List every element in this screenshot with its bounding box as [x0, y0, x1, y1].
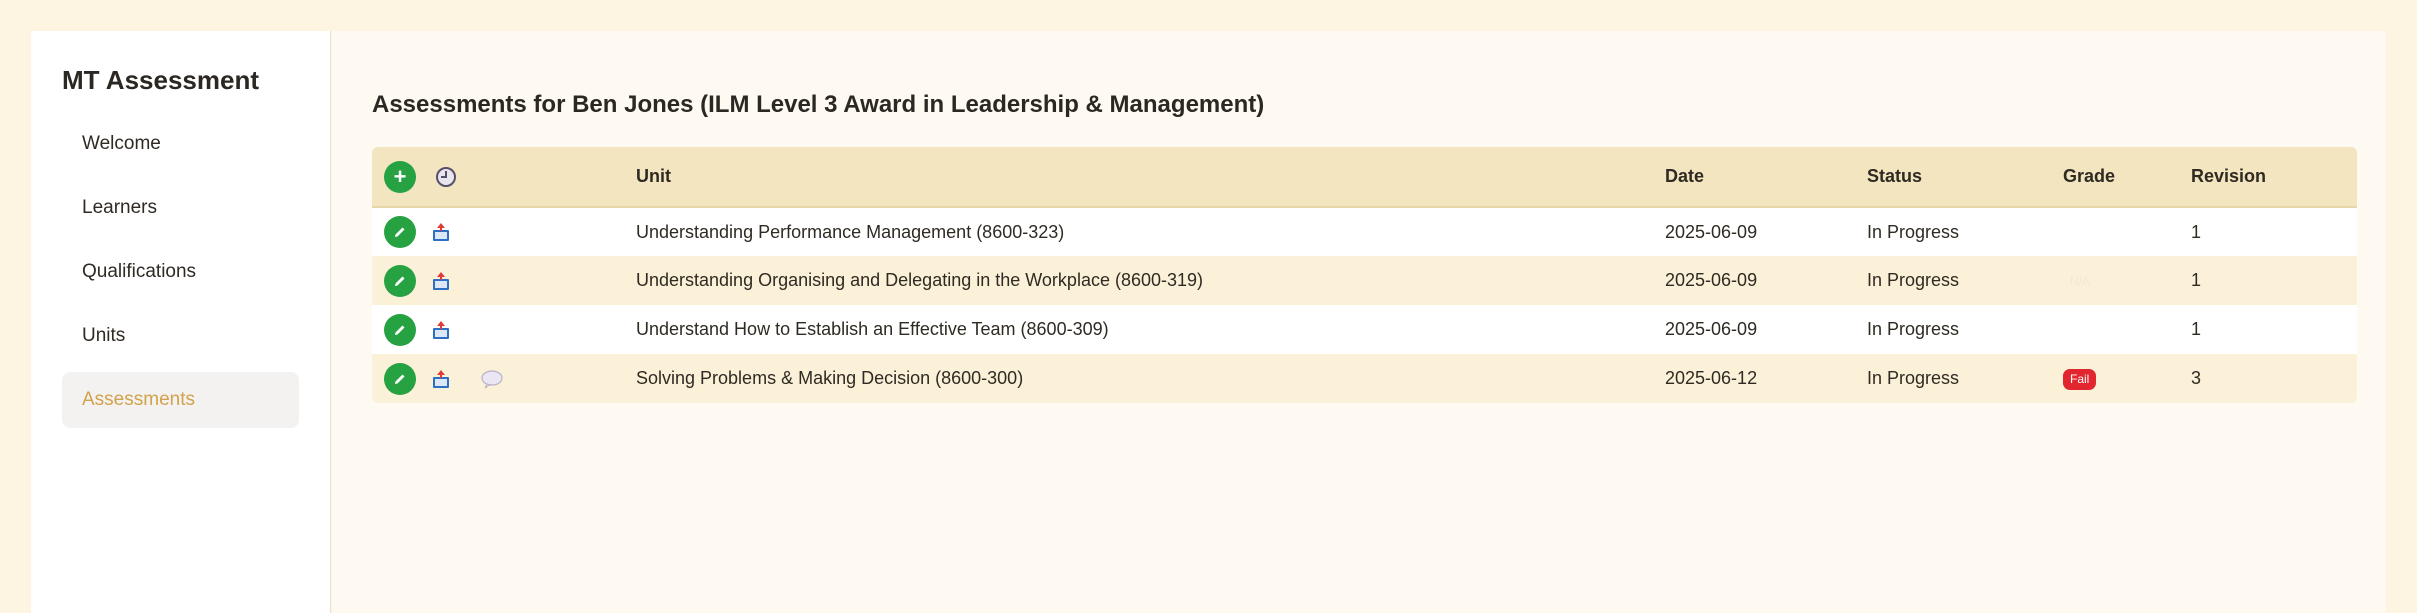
- unit-cell: Understanding Performance Management (86…: [636, 221, 1065, 242]
- unit-cell: Understanding Organising and Delegating …: [636, 270, 1204, 290]
- grade-cell: N/A: [2063, 256, 2191, 305]
- book-icon[interactable]: [430, 221, 452, 243]
- grade-badge: [2063, 232, 2077, 238]
- status-cell: In Progress: [1867, 319, 1960, 339]
- table-row: Understanding Organising and Delegating …: [372, 256, 2357, 305]
- status-cell: In Progress: [1867, 221, 1960, 242]
- table-header-row: + Unit Date Status Grade Revision: [372, 147, 2357, 207]
- table-row: Understand How to Establish an Effective…: [372, 305, 2357, 354]
- status-cell: In Progress: [1867, 270, 1960, 290]
- status-header: Status: [1867, 166, 1923, 186]
- sidebar-item-learners[interactable]: Learners: [62, 180, 299, 236]
- sidebar-nav: Welcome Learners Qualifications Units As…: [62, 116, 299, 428]
- revision-cell: 1: [2191, 319, 2202, 339]
- grade-cell: [2063, 207, 2191, 256]
- grade-cell: Fail: [2063, 354, 2191, 403]
- book-icon[interactable]: [430, 270, 452, 292]
- actions-header: +: [372, 147, 636, 207]
- book-icon[interactable]: [430, 319, 452, 341]
- edit-assessment-button[interactable]: [384, 313, 416, 346]
- pencil-icon: [395, 374, 405, 384]
- revision-cell: 1: [2191, 270, 2202, 290]
- table-row: Understanding Performance Management (86…: [372, 207, 2357, 256]
- edit-assessment-button[interactable]: [384, 216, 416, 248]
- unit-cell: Solving Problems & Making Decision (8600…: [636, 368, 1024, 388]
- speech-bubble-icon[interactable]: [480, 369, 504, 389]
- edit-assessment-button[interactable]: [384, 362, 416, 395]
- sidebar-item-assessments[interactable]: Assessments: [62, 372, 299, 428]
- pencil-icon: [395, 325, 405, 335]
- date-cell: 2025-06-09: [1665, 270, 1758, 290]
- unit-cell: Understand How to Establish an Effective…: [636, 319, 1109, 339]
- book-icon[interactable]: [430, 368, 452, 390]
- date-cell: 2025-06-12: [1665, 368, 1758, 388]
- revision-header: Revision: [2191, 166, 2267, 186]
- add-assessment-button[interactable]: +: [384, 160, 416, 193]
- pencil-icon: [395, 276, 405, 286]
- sidebar-item-units[interactable]: Units: [62, 308, 299, 364]
- date-header: Date: [1665, 166, 1705, 186]
- revision-cell: 1: [2191, 221, 2202, 242]
- revision-cell: 3: [2191, 368, 2202, 388]
- grade-badge: Fail: [2063, 369, 2097, 390]
- clock-icon[interactable]: [434, 165, 458, 189]
- page-title: Assessments for Ben Jones (ILM Level 3 A…: [372, 91, 1265, 118]
- pencil-icon: [395, 227, 405, 237]
- grade-badge: [2063, 329, 2077, 335]
- status-cell: In Progress: [1867, 368, 1960, 388]
- date-cell: 2025-06-09: [1665, 221, 1758, 242]
- assessments-table: + Unit Date Status Grade Revision Unders…: [372, 147, 2357, 403]
- edit-assessment-button[interactable]: [384, 264, 416, 297]
- main-content: Assessments for Ben Jones (ILM Level 3 A…: [332, 31, 2386, 613]
- assessments-table-wrapper: + Unit Date Status Grade Revision Unders…: [372, 147, 2357, 403]
- sidebar-item-qualifications[interactable]: Qualifications: [62, 244, 299, 300]
- grade-header: Grade: [2063, 166, 2116, 186]
- app-title: MT Assessment: [62, 65, 259, 95]
- sidebar-item-welcome[interactable]: Welcome: [62, 116, 299, 172]
- grade-badge: N/A: [2070, 274, 2091, 289]
- grade-cell: [2063, 305, 2191, 354]
- unit-header: Unit: [636, 166, 671, 186]
- sidebar: MT Assessment Welcome Learners Qualifica…: [31, 31, 331, 613]
- table-row: Solving Problems & Making Decision (8600…: [372, 354, 2357, 403]
- date-cell: 2025-06-09: [1665, 319, 1758, 339]
